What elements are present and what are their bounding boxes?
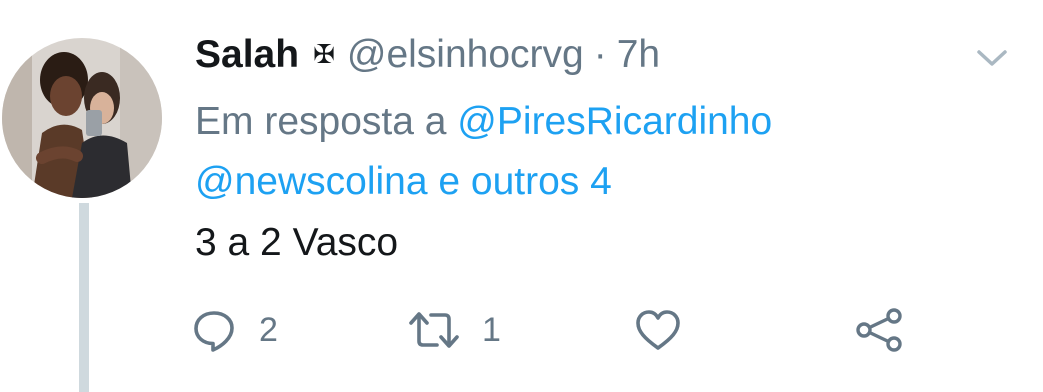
heart-icon: [634, 307, 682, 353]
retweet-count: 1: [482, 310, 501, 349]
like-button[interactable]: [634, 305, 682, 355]
reply-mention-link-2[interactable]: @newscolina: [195, 160, 428, 203]
share-button[interactable]: [854, 305, 904, 355]
retweet-button[interactable]: 1: [408, 305, 501, 355]
share-icon: [854, 307, 904, 353]
chevron-down-icon[interactable]: [975, 45, 1009, 71]
separator-dot: ·: [593, 33, 607, 76]
reply-count: 2: [259, 310, 278, 349]
tweet-text: 3 a 2 Vasco: [195, 221, 399, 264]
reply-mention-link[interactable]: @PiresRicardinho: [457, 100, 772, 143]
reply-others-link[interactable]: e outros 4: [438, 160, 611, 203]
reply-context: Em resposta a @PiresRicardinho: [195, 97, 772, 147]
author-flag: ✠: [313, 40, 335, 70]
reply-button[interactable]: 2: [191, 305, 278, 355]
author-handle[interactable]: @elsinhocrvg: [347, 33, 584, 77]
avatar-photo: [2, 38, 162, 198]
reply-icon: [191, 307, 237, 353]
reply-context-more: @newscolina e outros 4: [195, 157, 612, 207]
tweet-header: Salah ✠ @elsinhocrvg · 7h: [195, 30, 660, 80]
avatar[interactable]: [2, 38, 162, 198]
thread-line: [79, 203, 89, 392]
author-name[interactable]: Salah: [195, 33, 299, 77]
tweet-time[interactable]: 7h: [617, 33, 660, 77]
reply-prefix: Em resposta a: [195, 100, 447, 143]
retweet-icon: [408, 307, 460, 353]
